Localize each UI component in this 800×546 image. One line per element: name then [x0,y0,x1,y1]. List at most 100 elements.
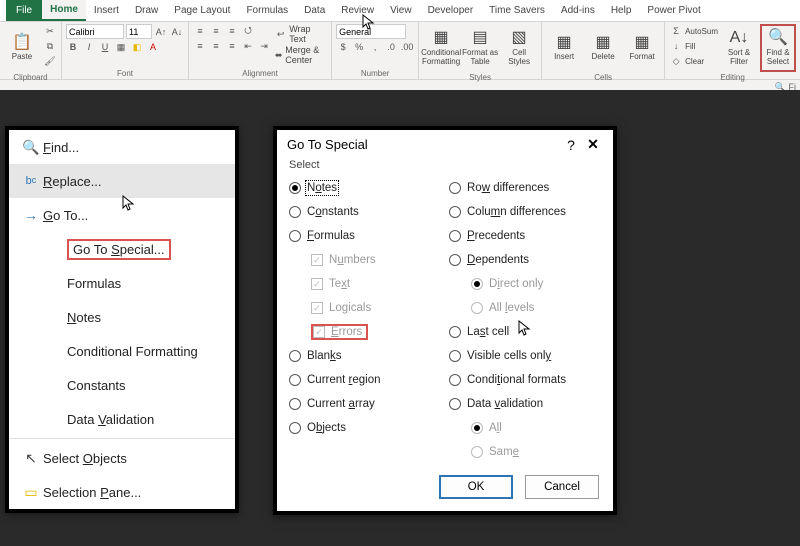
fill-button[interactable]: ↓Fill [669,39,718,53]
dialog-help-button[interactable]: ? [561,137,581,153]
opt-row-diff[interactable]: Row differences [449,177,601,199]
number-format-select[interactable] [336,24,406,39]
font-shrink-icon[interactable]: A↓ [170,25,184,39]
ribbon-tabs: File Home Insert Draw Page Layout Formul… [0,0,800,22]
dialog-close-button[interactable]: ✕ [581,136,605,153]
opt-visible-cells[interactable]: Visible cells only [449,345,601,367]
copy-icon[interactable]: ⧉ [43,39,57,53]
opt-last-cell[interactable]: Last cell [449,321,601,343]
tab-file[interactable]: File [6,0,42,21]
tab-power-pivot[interactable]: Power Pivot [639,0,708,21]
group-alignment: ≡ ≡ ≡ ⭯ ≡ ≡ ≡ ⇤ ⇥ ↩Wrap Text ⬌Mer [189,22,332,79]
insert-cells-button[interactable]: ▦Insert [546,24,582,72]
opt-notes[interactable]: Notes [289,177,441,199]
indent-dec-icon[interactable]: ⇤ [241,39,255,53]
paste-button[interactable]: 📋 Paste [4,24,40,72]
merge-center-button[interactable]: ⬌Merge & Center [274,45,327,65]
indent-inc-icon[interactable]: ⇥ [257,39,271,53]
radio-icon [471,422,483,434]
border-button[interactable]: ▦ [114,40,128,54]
font-size-select[interactable] [126,24,152,39]
wrap-text-button[interactable]: ↩Wrap Text [274,24,327,44]
align-right-icon[interactable]: ≡ [225,39,239,53]
group-styles: ▦Conditional Formatting ▤Format as Table… [419,22,542,79]
align-bot-icon[interactable]: ≡ [225,24,239,38]
font-name-select[interactable] [66,24,124,39]
find-select-button[interactable]: 🔍Find & Select [760,24,796,72]
opt-col-diff[interactable]: Column differences [449,201,601,223]
opt-numbers: Numbers [289,249,441,271]
opt-current-array[interactable]: Current array [289,393,441,415]
delete-cells-button[interactable]: ▦Delete [585,24,621,72]
opt-errors: Errors [289,321,441,343]
goto-icon: → [19,207,43,223]
opt-precedents[interactable]: Precedents [449,225,601,247]
tab-draw[interactable]: Draw [127,0,166,21]
tab-addins[interactable]: Add-ins [553,0,603,21]
ok-button[interactable]: OK [439,475,513,499]
opt-constants[interactable]: Constants [289,201,441,223]
percent-icon[interactable]: % [352,40,366,54]
tab-view[interactable]: View [382,0,420,21]
cancel-button[interactable]: Cancel [525,475,599,499]
menu-select-objects[interactable]: ↖Select Objects [9,441,235,475]
menu-selection-pane[interactable]: ▭Selection Pane... [9,475,235,509]
underline-button[interactable]: U [98,40,112,54]
currency-icon[interactable]: $ [336,40,350,54]
menu-constants[interactable]: Constants [9,368,235,402]
radio-icon [449,254,461,266]
menu-goto[interactable]: →Go To... [9,198,235,232]
orientation-icon[interactable]: ⭯ [241,24,255,38]
painter-icon[interactable]: 🖌 [43,54,57,68]
dec-inc-icon[interactable]: .0 [384,40,398,54]
align-center-icon[interactable]: ≡ [209,39,223,53]
menu-cond-format[interactable]: Conditional Formatting [9,334,235,368]
radio-icon [471,278,483,290]
menu-replace[interactable]: bcReplace... [9,164,235,198]
opt-cond-formats[interactable]: Conditional formats [449,369,601,391]
opt-data-validation[interactable]: Data validation [449,393,601,415]
radio-icon [449,230,461,242]
dec-dec-icon[interactable]: .00 [400,40,414,54]
paste-icon: 📋 [12,34,32,52]
autosum-button[interactable]: ΣAutoSum [669,24,718,38]
align-left-icon[interactable]: ≡ [193,39,207,53]
tab-developer[interactable]: Developer [420,0,482,21]
tab-formulas[interactable]: Formulas [238,0,296,21]
opt-current-region[interactable]: Current region [289,369,441,391]
opt-formulas[interactable]: Formulas [289,225,441,247]
cond-format-button[interactable]: ▦Conditional Formatting [423,24,459,72]
opt-dependents[interactable]: Dependents [449,249,601,271]
tab-page-layout[interactable]: Page Layout [166,0,238,21]
align-mid-icon[interactable]: ≡ [209,24,223,38]
bold-button[interactable]: B [66,40,80,54]
radio-icon [449,350,461,362]
format-cells-button[interactable]: ▦Format [624,24,660,72]
font-grow-icon[interactable]: A↑ [154,25,168,39]
format-table-button[interactable]: ▤Format as Table [462,24,498,72]
opt-objects[interactable]: Objects [289,417,441,439]
fill-color-button[interactable]: ◧ [130,40,144,54]
align-top-icon[interactable]: ≡ [193,24,207,38]
clear-button[interactable]: ◇Clear [669,54,718,68]
menu-formulas[interactable]: Formulas [9,266,235,300]
merge-icon: ⬌ [274,48,283,62]
menu-goto-special[interactable]: Go To Special... [9,232,235,266]
italic-button[interactable]: I [82,40,96,54]
tab-review[interactable]: Review [333,0,382,21]
tab-help[interactable]: Help [603,0,640,21]
tab-data[interactable]: Data [296,0,333,21]
tab-insert[interactable]: Insert [86,0,127,21]
comma-icon[interactable]: , [368,40,382,54]
font-color-button[interactable]: A [146,40,160,54]
tab-home[interactable]: Home [42,0,86,21]
menu-notes[interactable]: Notes [9,300,235,334]
sort-filter-button[interactable]: A↓Sort & Filter [721,24,757,72]
menu-find[interactable]: 🔍Find... [9,130,235,164]
cell-styles-button[interactable]: ▧Cell Styles [501,24,537,72]
cut-icon[interactable]: ✂ [43,24,57,38]
opt-blanks[interactable]: Blanks [289,345,441,367]
wrap-icon: ↩ [274,27,287,41]
tab-time-savers[interactable]: Time Savers [481,0,553,21]
menu-data-validation[interactable]: Data Validation [9,402,235,436]
